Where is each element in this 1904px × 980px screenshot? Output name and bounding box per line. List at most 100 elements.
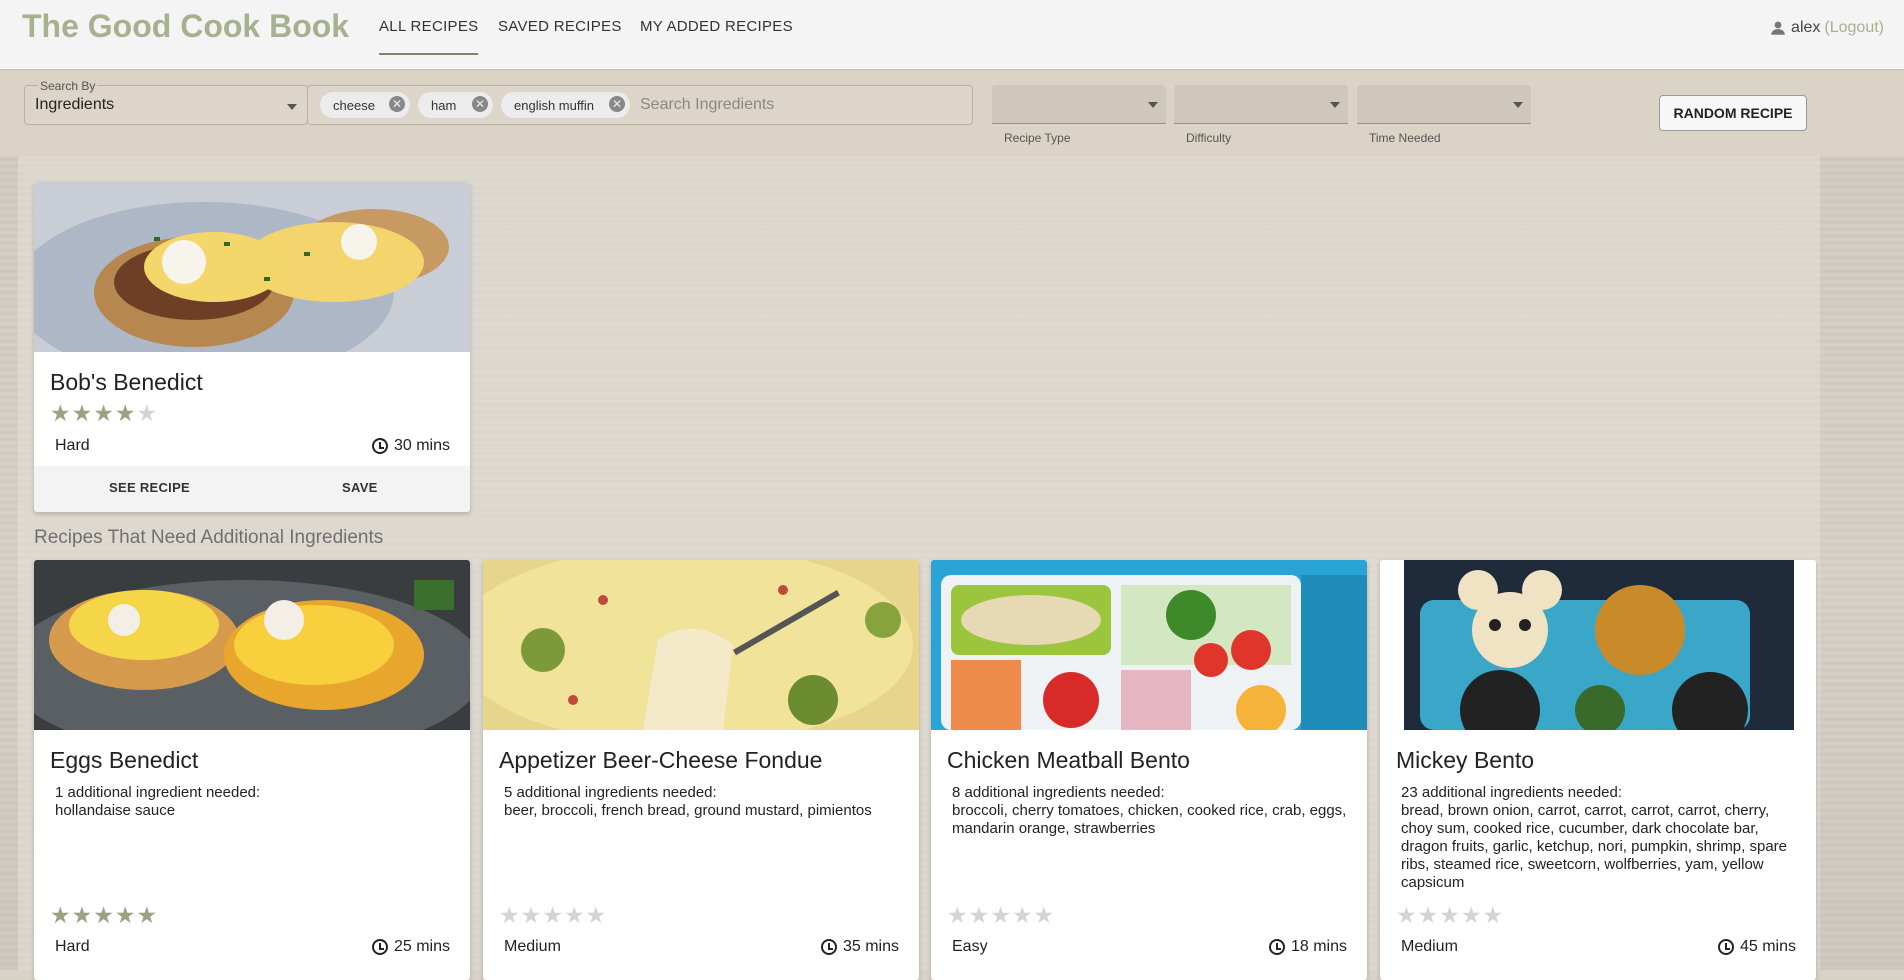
- see-recipe-button[interactable]: SEE RECIPE: [109, 480, 190, 495]
- star-icon[interactable]: ★: [499, 902, 521, 928]
- clock-icon: [371, 438, 388, 454]
- star-icon[interactable]: ★: [1418, 902, 1440, 928]
- search-by-label: Search By: [38, 79, 98, 93]
- recipe-image[interactable]: [34, 560, 470, 730]
- random-recipe-button[interactable]: RANDOM RECIPE: [1659, 95, 1807, 131]
- clock-icon: [1717, 939, 1734, 955]
- search-by-select[interactable]: Search By Ingredients: [24, 79, 308, 125]
- time-needed: 25 mins: [371, 938, 450, 956]
- recipe-card-mickey-bento: Mickey Bento 23 additional ingredients n…: [1380, 560, 1816, 980]
- recipe-type-dropdown[interactable]: [992, 85, 1166, 124]
- time-text: 25 mins: [393, 938, 450, 955]
- difficulty-text: Easy: [952, 938, 988, 955]
- recipe-title[interactable]: Mickey Bento: [1396, 747, 1534, 774]
- tab-all-recipes[interactable]: ALL RECIPES: [379, 18, 479, 55]
- star-icon[interactable]: ★: [50, 902, 72, 928]
- recipe-card-bobs-benedict: Bob's Benedict ★★★★★ Hard 30 mins SEE RE…: [34, 182, 470, 512]
- chip-label: cheese: [333, 97, 375, 113]
- star-icon[interactable]: ★: [969, 902, 991, 928]
- remove-chip-icon[interactable]: ✕: [609, 96, 625, 112]
- recipe-card-chicken-meatball-bento: Chicken Meatball Bento 8 additional ingr…: [931, 560, 1367, 980]
- tab-my-added-recipes[interactable]: MY ADDED RECIPES: [640, 18, 793, 35]
- needed-list: bread, brown onion, carrot, carrot, carr…: [1401, 802, 1788, 891]
- chevron-down-icon: [1330, 102, 1340, 108]
- star-rating[interactable]: ★★★★★: [50, 902, 158, 929]
- star-icon[interactable]: ★: [1034, 902, 1056, 928]
- star-rating[interactable]: ★★★★★: [1396, 902, 1504, 929]
- star-rating[interactable]: ★★★★★: [50, 400, 158, 427]
- star-icon[interactable]: ★: [990, 902, 1012, 928]
- star-icon[interactable]: ★: [1483, 902, 1505, 928]
- star-icon[interactable]: ★: [1396, 902, 1418, 928]
- time-needed: 35 mins: [820, 938, 899, 956]
- search-by-value: Ingredients: [35, 96, 115, 113]
- star-rating[interactable]: ★★★★★: [499, 902, 607, 929]
- brand-title[interactable]: The Good Cook Book: [22, 8, 349, 45]
- needed-count: 1 additional ingredient needed:: [55, 784, 261, 801]
- remove-chip-icon[interactable]: ✕: [472, 96, 488, 112]
- star-rating[interactable]: ★★★★★: [947, 902, 1055, 929]
- search-input[interactable]: Search Ingredients: [640, 96, 774, 114]
- clock-icon: [1268, 939, 1285, 955]
- star-icon[interactable]: ★: [137, 902, 159, 928]
- star-icon[interactable]: ★: [93, 902, 115, 928]
- needed-list: beer, broccoli, french bread, ground mus…: [504, 802, 872, 819]
- chip-label: english muffin: [514, 97, 594, 113]
- recipe-image[interactable]: [483, 560, 919, 730]
- section-title-additional: Recipes That Need Additional Ingredients: [34, 527, 384, 548]
- logout-link[interactable]: (Logout): [1824, 19, 1884, 37]
- star-icon[interactable]: ★: [72, 400, 94, 426]
- star-icon[interactable]: ★: [947, 902, 969, 928]
- star-icon[interactable]: ★: [586, 902, 608, 928]
- time-needed: 30 mins: [371, 437, 450, 455]
- clock-icon: [371, 939, 388, 955]
- additional-ingredients: 5 additional ingredients needed: beer, br…: [504, 784, 904, 820]
- tab-saved-recipes[interactable]: SAVED RECIPES: [498, 18, 622, 35]
- difficulty-text: Hard: [55, 437, 90, 454]
- chip-english-muffin[interactable]: english muffin ✕: [501, 92, 630, 118]
- star-icon[interactable]: ★: [50, 400, 72, 426]
- recipe-title[interactable]: Bob's Benedict: [50, 369, 203, 396]
- user-menu: alex (Logout): [1769, 19, 1884, 37]
- star-icon[interactable]: ★: [542, 902, 564, 928]
- recipe-card-beer-cheese-fondue: Appetizer Beer-Cheese Fondue 5 additiona…: [483, 560, 919, 980]
- time-needed-label: Time Needed: [1369, 131, 1441, 145]
- difficulty-dropdown[interactable]: [1174, 85, 1348, 124]
- save-button[interactable]: SAVE: [342, 480, 378, 495]
- time-needed: 45 mins: [1717, 938, 1796, 956]
- star-icon[interactable]: ★: [1012, 902, 1034, 928]
- chevron-down-icon: [1148, 102, 1158, 108]
- time-text: 30 mins: [393, 437, 450, 454]
- star-icon[interactable]: ★: [521, 902, 543, 928]
- clock-icon: [820, 939, 837, 955]
- difficulty-label: Difficulty: [1186, 131, 1232, 145]
- star-icon[interactable]: ★: [137, 400, 159, 426]
- chip-cheese[interactable]: cheese ✕: [320, 92, 410, 118]
- recipe-title[interactable]: Eggs Benedict: [50, 747, 198, 774]
- chip-label: ham: [431, 97, 457, 113]
- needed-count: 8 additional ingredients needed:: [952, 784, 1165, 801]
- remove-chip-icon[interactable]: ✕: [389, 96, 405, 112]
- star-icon[interactable]: ★: [1439, 902, 1461, 928]
- person-icon: [1771, 21, 1785, 35]
- recipe-title[interactable]: Chicken Meatball Bento: [947, 747, 1190, 774]
- star-icon[interactable]: ★: [115, 400, 137, 426]
- time-needed-dropdown[interactable]: [1357, 85, 1531, 124]
- time-text: 35 mins: [842, 938, 899, 955]
- star-icon[interactable]: ★: [564, 902, 586, 928]
- recipe-type-label: Recipe Type: [1004, 131, 1071, 145]
- recipe-title[interactable]: Appetizer Beer-Cheese Fondue: [499, 747, 822, 774]
- recipe-image[interactable]: [1380, 560, 1816, 730]
- star-icon[interactable]: ★: [72, 902, 94, 928]
- recipe-image[interactable]: [34, 182, 470, 352]
- recipe-card-eggs-benedict: Eggs Benedict 1 additional ingredient ne…: [34, 560, 470, 980]
- top-app-bar: The Good Cook Book ALL RECIPES SAVED REC…: [0, 0, 1904, 69]
- ingredient-search-field[interactable]: cheese ✕ ham ✕ english muffin ✕ Search I…: [307, 85, 973, 125]
- chevron-down-icon: [1513, 102, 1523, 108]
- chip-ham[interactable]: ham ✕: [418, 92, 493, 118]
- star-icon[interactable]: ★: [1461, 902, 1483, 928]
- star-icon[interactable]: ★: [93, 400, 115, 426]
- star-icon[interactable]: ★: [115, 902, 137, 928]
- card-actions: SEE RECIPE SAVE: [34, 466, 470, 512]
- recipe-image[interactable]: [931, 560, 1367, 730]
